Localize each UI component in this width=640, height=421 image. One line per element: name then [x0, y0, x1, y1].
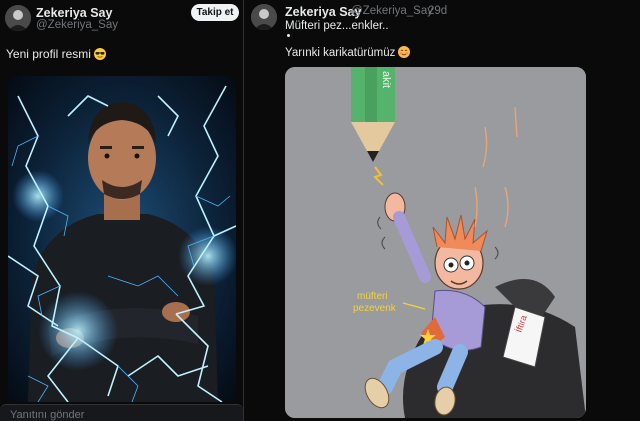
- timestamp[interactable]: 29d: [428, 5, 447, 17]
- avatar[interactable]: [251, 4, 277, 30]
- separator-dot: ·: [416, 5, 420, 17]
- reply-input[interactable]: [0, 407, 243, 421]
- pencil-brand-label: akit: [380, 71, 392, 88]
- tweet-text: Yeni profil resmi: [6, 47, 106, 61]
- author-name[interactable]: Zekeriya Say: [36, 6, 112, 20]
- tweet-text-content: Yarınki karikatürümüz: [285, 47, 396, 59]
- tweet-text-content: Yeni profil resmi: [6, 47, 91, 61]
- reply-box: [0, 404, 243, 421]
- profile-photo[interactable]: [8, 76, 236, 402]
- sunglasses-emoji-icon: [93, 48, 106, 60]
- figure-label-line1: müfteri: [357, 291, 388, 302]
- author-handle[interactable]: @Zekeriya_Say: [36, 19, 118, 31]
- bullet-dot: [287, 34, 290, 37]
- tweet-text-line1: Müfteri pez...enkler..: [285, 20, 389, 32]
- figure-label-line2: pezevenk: [353, 303, 397, 314]
- tweet-text-line2: Yarınki karikatürümüz: [285, 46, 411, 59]
- follow-button[interactable]: Takip et: [191, 4, 239, 21]
- author-name[interactable]: Zekeriya Say: [285, 5, 361, 19]
- cartoon-image[interactable]: akit İftira müfteri pezevenk: [285, 67, 586, 418]
- avatar[interactable]: [5, 5, 31, 31]
- author-handle[interactable]: @Zekeriya_Say: [351, 5, 433, 17]
- column-divider: [243, 0, 244, 421]
- smiling-face-icon: [398, 46, 411, 58]
